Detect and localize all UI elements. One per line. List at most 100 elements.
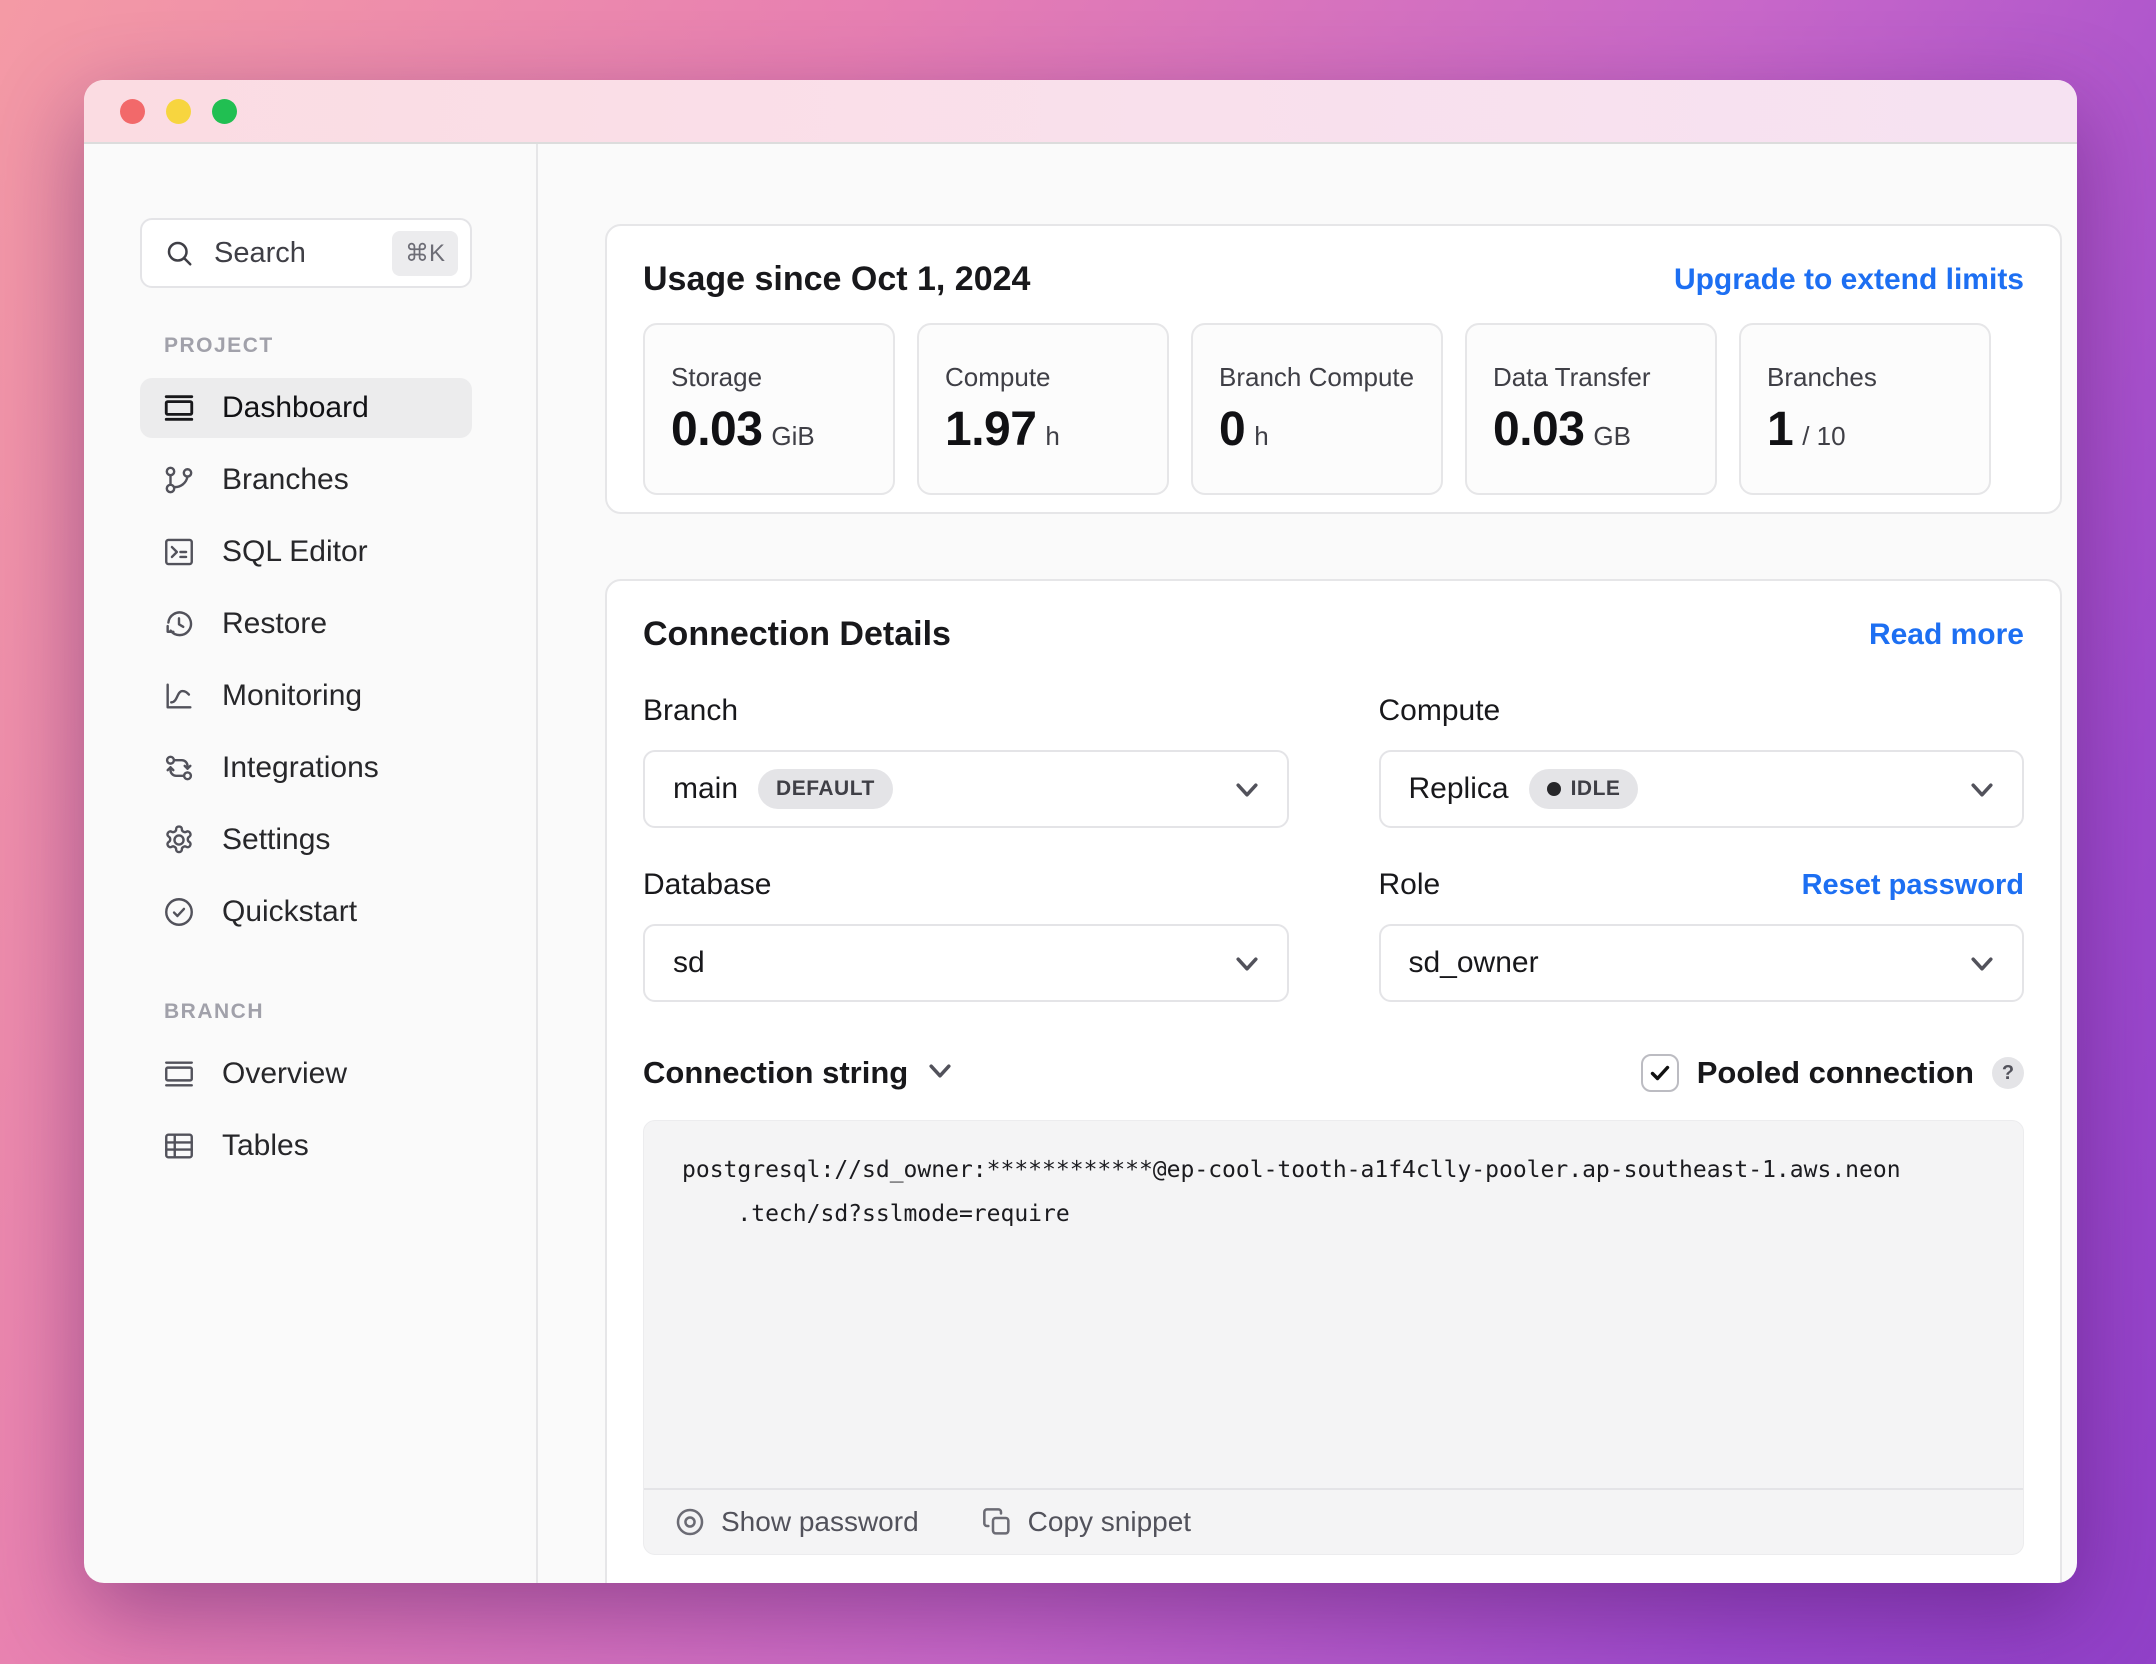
compute-select-value: Replica: [1409, 772, 1509, 806]
sidebar-item-label: Tables: [222, 1129, 309, 1163]
sidebar-item-restore[interactable]: Restore: [140, 594, 472, 654]
database-field-label: Database: [643, 868, 771, 902]
git-branch-icon: [162, 463, 196, 497]
pooled-connection-label: Pooled connection: [1697, 1055, 1974, 1091]
sidebar-item-monitoring[interactable]: Monitoring: [140, 666, 472, 726]
database-select-value: sd: [673, 946, 705, 980]
copy-snippet-label: Copy snippet: [1028, 1506, 1191, 1538]
compute-select[interactable]: Replica IDLE: [1379, 750, 2025, 828]
metric-label: Branch Compute: [1219, 361, 1415, 394]
sql-editor-icon: [162, 535, 196, 569]
desktop-background: { "sidebar": { "search": { "placeholder"…: [0, 0, 2156, 1664]
sidebar: Search ⌘K PROJECT Dashboard Branches SQL…: [84, 144, 538, 1583]
sidebar-item-label: Quickstart: [222, 895, 357, 929]
role-field: Role Reset password sd_owner: [1379, 866, 2025, 1002]
sidebar-item-label: Monitoring: [222, 679, 362, 713]
metric-card-branch-compute: Branch Compute 0h: [1191, 323, 1443, 495]
compute-field-label: Compute: [1379, 694, 1501, 728]
show-password-button[interactable]: Show password: [674, 1506, 919, 1538]
main-content: Usage since Oct 1, 2024 Upgrade to exten…: [538, 144, 2077, 1583]
idle-status-label: IDLE: [1571, 777, 1621, 801]
connection-string-line: postgresql://sd_owner:************@ep-co…: [682, 1149, 1985, 1193]
show-password-label: Show password: [721, 1506, 919, 1538]
connection-string-label: Connection string: [643, 1055, 908, 1091]
metric-card-data-transfer: Data Transfer 0.03GB: [1465, 323, 1717, 495]
connection-string-toggle[interactable]: Connection string: [643, 1055, 952, 1091]
metric-unit: / 10: [1802, 421, 1845, 452]
metric-label: Compute: [945, 361, 1141, 394]
metric-label: Data Transfer: [1493, 361, 1689, 394]
metric-card-compute: Compute 1.97h: [917, 323, 1169, 495]
connection-details-card: Connection Details Read more Branch main…: [605, 579, 2062, 1583]
sidebar-item-label: Overview: [222, 1057, 347, 1091]
database-select[interactable]: sd: [643, 924, 1289, 1002]
help-icon[interactable]: ?: [1992, 1057, 2024, 1089]
copy-snippet-button[interactable]: Copy snippet: [981, 1506, 1191, 1538]
eye-icon: [674, 1506, 706, 1538]
sidebar-item-overview[interactable]: Overview: [140, 1044, 472, 1104]
dashboard-icon: [162, 391, 196, 425]
role-select[interactable]: sd_owner: [1379, 924, 2025, 1002]
checkmark-icon: [1648, 1061, 1672, 1085]
pooled-connection-checkbox[interactable]: [1641, 1054, 1679, 1092]
sidebar-item-quickstart[interactable]: Quickstart: [140, 882, 472, 942]
pooled-connection-control: Pooled connection ?: [1641, 1054, 2024, 1092]
connection-string-line: .tech/sd?sslmode=require: [682, 1193, 1985, 1237]
metric-unit: h: [1045, 421, 1059, 452]
minimize-window-button[interactable]: [166, 99, 191, 124]
connection-string-value: postgresql://sd_owner:************@ep-co…: [644, 1121, 2023, 1488]
copy-icon: [981, 1506, 1013, 1538]
default-badge: DEFAULT: [758, 769, 893, 809]
usage-card: Usage since Oct 1, 2024 Upgrade to exten…: [605, 224, 2062, 514]
code-footer: Show password Copy snippet: [644, 1488, 2023, 1554]
metric-unit: GiB: [771, 421, 814, 452]
integrations-icon: [162, 751, 196, 785]
upgrade-link[interactable]: Upgrade to extend limits: [1674, 263, 2024, 297]
sidebar-item-dashboard[interactable]: Dashboard: [140, 378, 472, 438]
sidebar-item-label: Dashboard: [222, 391, 369, 425]
sidebar-item-label: Restore: [222, 607, 327, 641]
sidebar-section-project: PROJECT: [164, 334, 472, 358]
search-input[interactable]: Search ⌘K: [140, 218, 472, 288]
connection-details-title: Connection Details: [643, 615, 951, 654]
branch-field-label: Branch: [643, 694, 738, 728]
sidebar-section-branch: BRANCH: [164, 1000, 472, 1024]
sidebar-item-tables[interactable]: Tables: [140, 1116, 472, 1176]
metric-label: Storage: [671, 361, 867, 394]
metric-label: Branches: [1767, 361, 1963, 394]
compute-field: Compute Replica IDLE: [1379, 692, 2025, 828]
branch-select-value: main: [673, 772, 738, 806]
sidebar-item-label: Settings: [222, 823, 330, 857]
metric-value: 0.03: [1493, 402, 1584, 457]
read-more-link[interactable]: Read more: [1869, 618, 2024, 652]
sidebar-item-sql-editor[interactable]: SQL Editor: [140, 522, 472, 582]
sidebar-item-label: Integrations: [222, 751, 379, 785]
connection-string-block: postgresql://sd_owner:************@ep-co…: [643, 1120, 2024, 1555]
sidebar-item-settings[interactable]: Settings: [140, 810, 472, 870]
chevron-down-icon: [928, 1063, 952, 1084]
reset-password-link[interactable]: Reset password: [1802, 869, 2024, 902]
chart-line-icon: [162, 679, 196, 713]
window-titlebar: [84, 80, 2077, 144]
history-clock-icon: [162, 607, 196, 641]
role-field-label: Role: [1379, 868, 1441, 902]
search-icon: [164, 238, 194, 268]
metric-value: 0.03: [671, 402, 762, 457]
circle-check-icon: [162, 895, 196, 929]
sidebar-item-integrations[interactable]: Integrations: [140, 738, 472, 798]
sidebar-item-label: SQL Editor: [222, 535, 368, 569]
metric-unit: h: [1254, 421, 1268, 452]
usage-title: Usage since Oct 1, 2024: [643, 260, 1030, 299]
metric-card-storage: Storage 0.03 GiB: [643, 323, 895, 495]
chevron-down-icon: [1235, 772, 1259, 806]
close-window-button[interactable]: [120, 99, 145, 124]
database-field: Database sd: [643, 866, 1289, 1002]
branch-select[interactable]: main DEFAULT: [643, 750, 1289, 828]
sidebar-item-branches[interactable]: Branches: [140, 450, 472, 510]
search-shortcut-badge: ⌘K: [392, 231, 458, 276]
idle-status-dot: [1547, 782, 1561, 796]
chevron-down-icon: [1235, 946, 1259, 980]
metric-value: 0: [1219, 402, 1245, 457]
zoom-window-button[interactable]: [212, 99, 237, 124]
role-select-value: sd_owner: [1409, 946, 1539, 980]
